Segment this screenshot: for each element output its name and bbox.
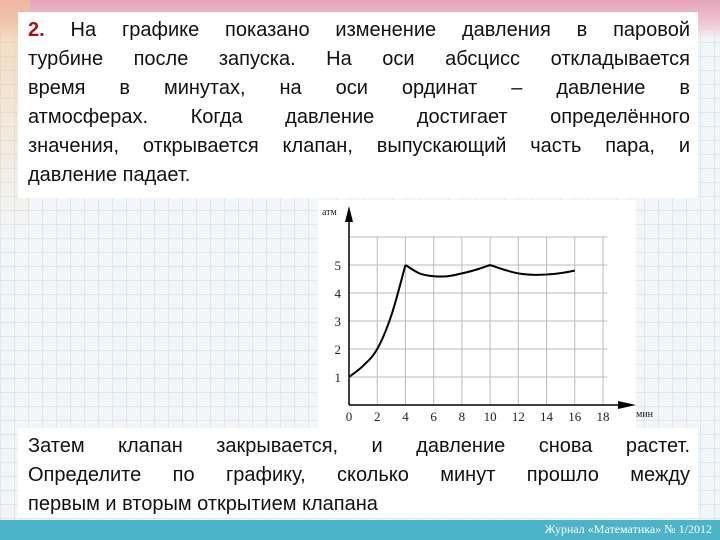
text-line: Определите по графику, сколько минут про… [28, 461, 690, 490]
line-text: Затем клапан закрывается, и давление сно… [28, 435, 690, 457]
chart-background [318, 200, 636, 428]
text-line: Затем клапан закрывается, и давление сно… [28, 432, 690, 461]
y-tick-label: 4 [335, 286, 342, 301]
source-citation: Журнал «Математика» № 1/2012 [544, 522, 712, 536]
x-tick-label: 6 [430, 409, 437, 424]
y-axis-label: атм [322, 207, 338, 218]
text-line: первым и вторым открытием клапана [28, 490, 690, 519]
question-text: Затем клапан закрывается, и давление сно… [28, 432, 690, 519]
x-axis-label: мин [636, 409, 654, 420]
y-tick-label: 2 [335, 342, 342, 357]
footer-bar: Журнал «Математика» № 1/2012 [0, 520, 720, 540]
x-tick-label: 0 [346, 409, 353, 424]
x-tick-label: 18 [597, 409, 610, 424]
y-tick-label: 3 [335, 314, 342, 329]
x-tick-label: 4 [402, 409, 409, 424]
x-tick-label: 14 [540, 409, 554, 424]
line-text: Определите по графику, сколько минут про… [28, 464, 690, 486]
x-tick-label: 10 [484, 409, 497, 424]
x-tick-label: 12 [512, 409, 525, 424]
y-tick-label: 5 [335, 258, 342, 273]
x-tick-label: 8 [459, 409, 466, 424]
question-text-box: Затем клапан закрывается, и давление сно… [18, 428, 698, 518]
line-text: первым и вторым открытием клапана [28, 493, 378, 515]
x-tick-label: 2 [374, 409, 381, 424]
x-tick-label: 16 [568, 409, 582, 424]
y-tick-label: 1 [335, 370, 342, 385]
